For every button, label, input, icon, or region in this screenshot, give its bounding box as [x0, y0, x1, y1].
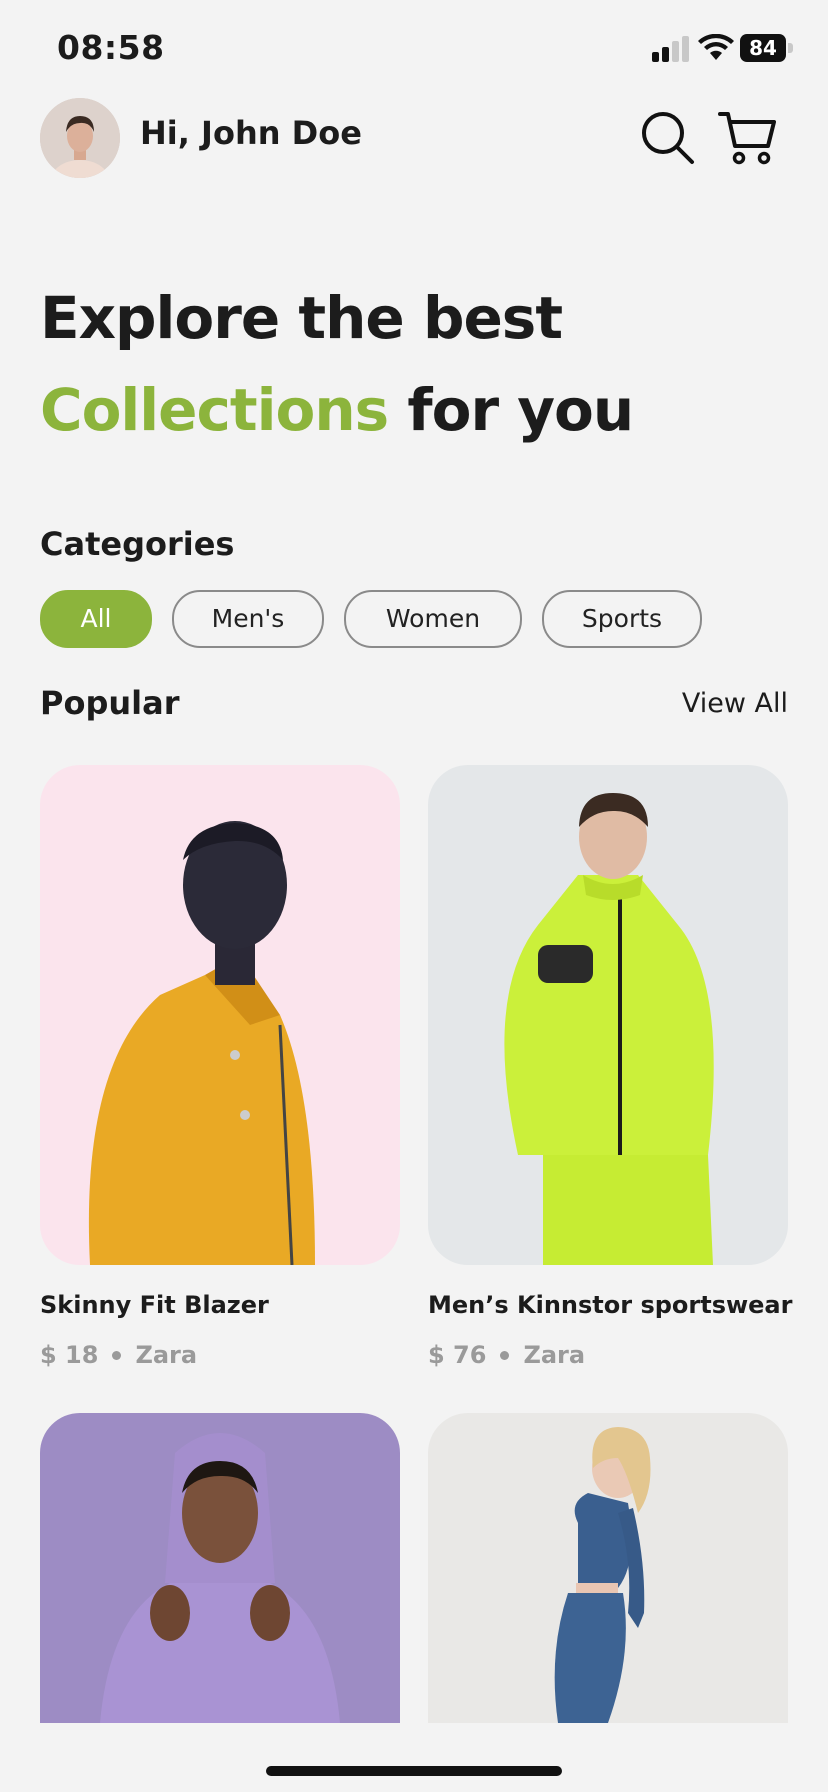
home-indicator[interactable] [266, 1766, 562, 1776]
battery-indicator: 84 [740, 34, 794, 62]
view-all-link[interactable]: View All [682, 688, 788, 719]
hero-line-1: Explore the best [40, 284, 563, 352]
battery-tip [788, 43, 793, 53]
product-photo-lime-sportswear [504, 793, 714, 1265]
product-image [428, 1413, 788, 1723]
product-brand: Zara [523, 1341, 586, 1369]
category-chip-all[interactable]: All [40, 590, 152, 648]
product-brand: Zara [135, 1341, 198, 1369]
category-chip-mens[interactable]: Men's [172, 590, 324, 648]
status-bar: 08:58 84 [0, 0, 828, 100]
hero-heading: Explore the best Collections for you [40, 272, 634, 456]
avatar[interactable] [40, 98, 120, 178]
hero-line-2: Collections for you [40, 364, 634, 456]
product-meta: $ 18 Zara [40, 1341, 400, 1369]
status-time: 08:58 [57, 28, 165, 67]
separator-dot [112, 1350, 122, 1360]
product-photo-blue-activewear [554, 1427, 651, 1723]
category-chips: All Men's Women Sports [40, 590, 702, 648]
hero-line-2-rest: for you [388, 376, 634, 444]
search-button[interactable] [640, 110, 696, 166]
category-chip-women[interactable]: Women [344, 590, 522, 648]
battery-level: 84 [740, 34, 786, 62]
wifi-icon [698, 34, 734, 60]
search-icon [642, 112, 694, 164]
separator-dot [500, 1350, 510, 1360]
product-photo-yellow-jacket [88, 821, 315, 1265]
avatar-image [40, 98, 120, 178]
product-image [428, 765, 788, 1265]
product-card[interactable]: Skinny Fit Blazer $ 18 Zara [40, 765, 400, 1369]
cellular-signal-icon [652, 36, 689, 62]
cart-icon [718, 112, 776, 165]
category-chip-sports[interactable]: Sports [542, 590, 702, 648]
hero-accent-text: Collections [40, 376, 389, 444]
categories-title: Categories [40, 525, 235, 563]
product-image [40, 1413, 400, 1723]
product-photo-purple-hoodie [100, 1433, 340, 1723]
product-card[interactable]: Men’s Kinnstor sportswear $ 76 Zara [428, 765, 793, 1369]
product-name: Men’s Kinnstor sportswear [428, 1291, 793, 1319]
popular-title: Popular [40, 684, 180, 722]
product-image [40, 765, 400, 1265]
greeting-text: Hi, John Doe [140, 114, 362, 152]
product-card[interactable] [40, 1413, 400, 1723]
product-price: $ 18 [40, 1341, 99, 1369]
product-card[interactable] [428, 1413, 788, 1723]
cart-button[interactable] [718, 110, 778, 166]
product-meta: $ 76 Zara [428, 1341, 788, 1369]
product-name: Skinny Fit Blazer [40, 1291, 269, 1319]
product-price: $ 76 [428, 1341, 487, 1369]
